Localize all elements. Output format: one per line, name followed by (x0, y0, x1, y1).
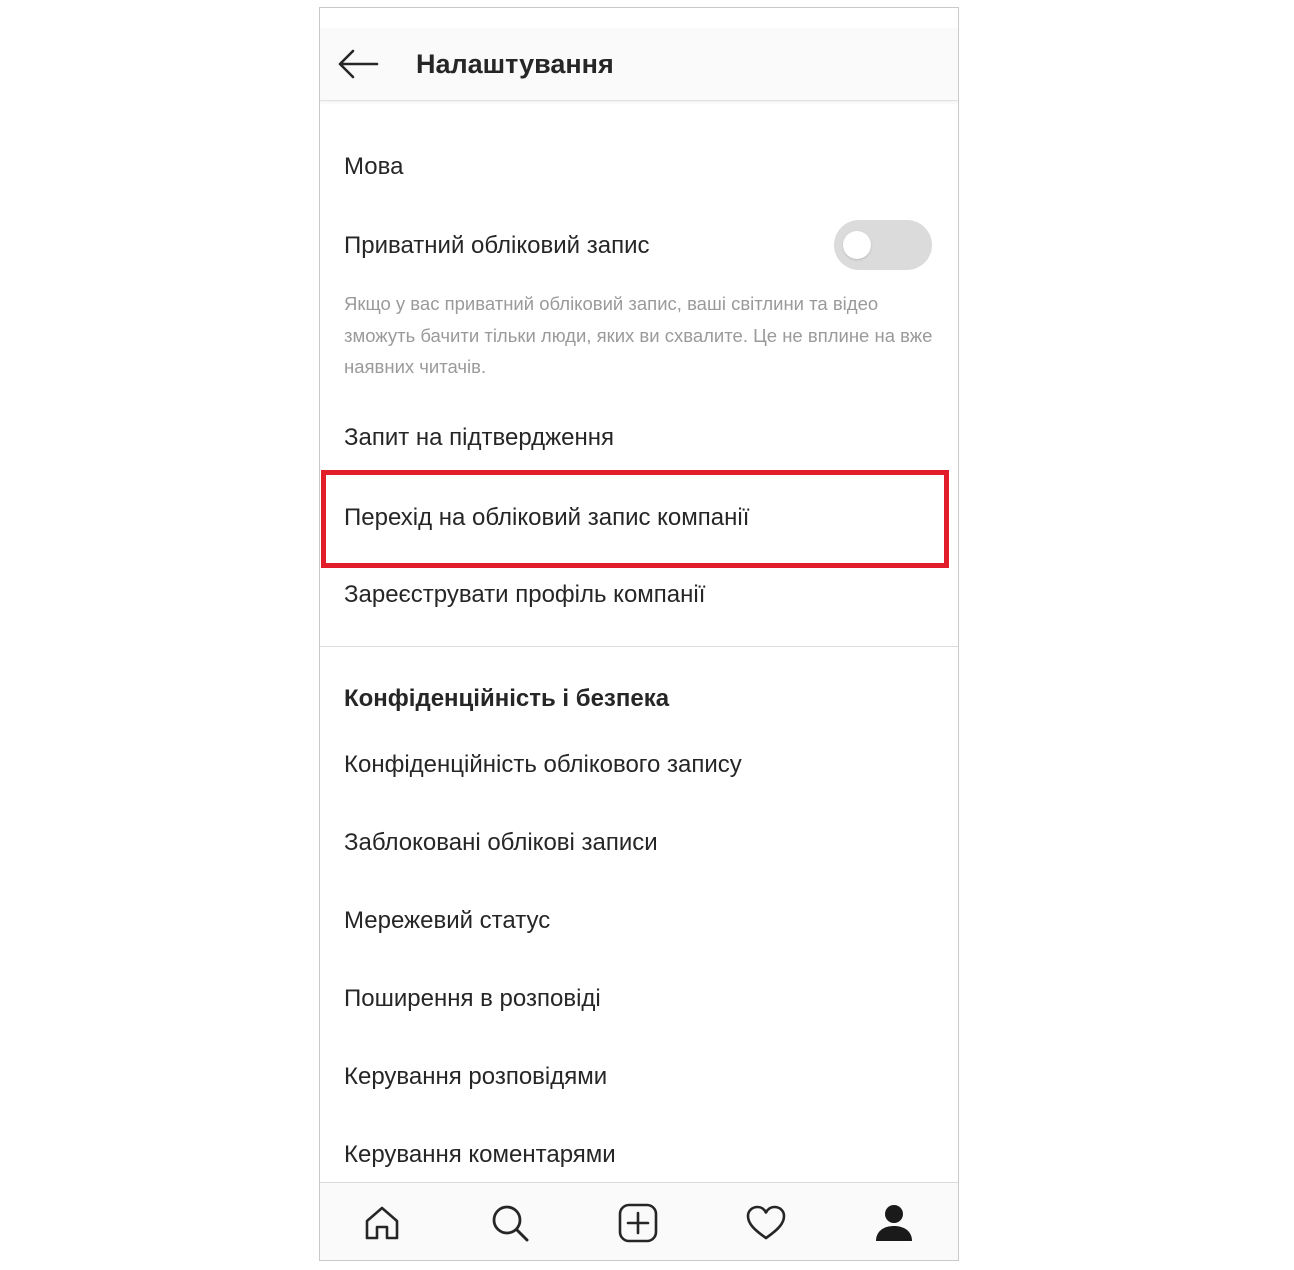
profile-icon (876, 1205, 912, 1241)
toggle-knob (843, 231, 871, 259)
settings-item-register-business-profile[interactable]: Зареєструвати профіль компанії (344, 578, 705, 612)
section-divider (320, 646, 958, 647)
screenshot-stage: ‾‾‾ ‾‾‾‾‾‾‾‾‾‾‾‾‾ ‾‾‾‾‾ Налаштування Мов… (0, 0, 1294, 1270)
privacy-item-comment-controls[interactable]: Керування коментарями (344, 1138, 616, 1172)
back-button[interactable] (334, 40, 382, 88)
tab-activity[interactable] (740, 1197, 792, 1249)
tab-new-post[interactable] (612, 1197, 664, 1249)
tab-home[interactable] (356, 1197, 408, 1249)
tab-profile[interactable] (868, 1197, 920, 1249)
heart-icon (746, 1205, 786, 1240)
tab-search[interactable] (484, 1197, 536, 1249)
top-app-bar: Налаштування (320, 28, 958, 101)
privacy-section-title: Конфіденційність і безпека (344, 685, 670, 712)
home-icon (365, 1206, 399, 1240)
settings-item-private-account: Приватний обліковий запис (344, 232, 650, 259)
bottom-tab-bar (320, 1182, 958, 1260)
privacy-item-story-controls[interactable]: Керування розповідями (344, 1060, 607, 1094)
private-account-hint: Якщо у вас приватний обліковий запис, ва… (344, 293, 933, 377)
add-post-icon (618, 1203, 658, 1243)
phone-screen: ‾‾‾ ‾‾‾‾‾‾‾‾‾‾‾‾‾ ‾‾‾‾‾ Налаштування Мов… (319, 7, 959, 1261)
back-arrow-icon (338, 49, 379, 79)
privacy-item-account-privacy[interactable]: Конфіденційність облікового запису (344, 748, 742, 782)
private-account-toggle[interactable] (834, 220, 932, 270)
settings-item-switch-business[interactable]: Перехід на обліковий запис компанії (344, 501, 749, 535)
search-icon (492, 1205, 529, 1242)
page-title: Налаштування (416, 49, 614, 79)
settings-item-request-verification[interactable]: Запит на підтвердження (344, 421, 614, 455)
privacy-item-blocked-accounts[interactable]: Заблоковані облікові записи (344, 826, 658, 860)
privacy-item-story-sharing[interactable]: Поширення в розповіді (344, 982, 601, 1016)
settings-item-language[interactable]: Мова (344, 150, 403, 184)
privacy-item-activity-status[interactable]: Мережевий статус (344, 904, 550, 938)
